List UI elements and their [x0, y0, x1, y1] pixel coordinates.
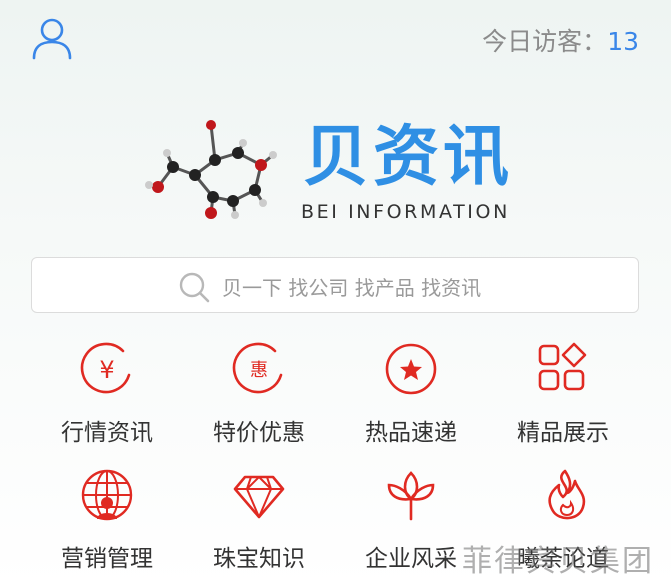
star-circle-icon [385, 343, 437, 395]
grid-diamond-icon [538, 342, 587, 391]
watermark-text: 菲律宾贝集团 [462, 544, 654, 579]
lotus-icon [387, 471, 435, 521]
menu-item-marketing[interactable]: 营销管理 [31, 461, 183, 581]
user-icon [32, 18, 72, 60]
visitor-label: 今日访客： [482, 27, 608, 56]
search-placeholder: 贝一下 找公司 找产品 找资讯 [222, 276, 482, 300]
diamond-icon [233, 475, 285, 519]
yen-circle-icon: ¥ [80, 342, 131, 394]
menu-item-label: 精品展示 [517, 420, 609, 446]
menu-item-showcase[interactable]: 精品展示 [487, 335, 639, 455]
menu-item-label: 珠宝知识 [213, 546, 305, 572]
molecule-logo [145, 120, 277, 219]
user-profile-button[interactable] [30, 16, 74, 60]
menu-item-label: 热品速递 [365, 420, 457, 446]
menu-item-label: 特价优惠 [213, 420, 305, 446]
visitor-count: 13 [607, 27, 639, 56]
discount-circle-icon: 惠 [232, 342, 283, 394]
svg-text:¥: ¥ [99, 356, 114, 384]
menu-item-special-offer[interactable]: 惠 特价优惠 [183, 335, 335, 455]
visitor-counter: 今日访客：13 [482, 22, 639, 58]
globe-user-icon [81, 469, 133, 521]
menu-item-jewelry-knowledge[interactable]: 珠宝知识 [183, 461, 335, 581]
menu-item-label: 行情资讯 [61, 420, 153, 446]
brand-title-cn: 贝资讯 [303, 118, 513, 195]
search-input[interactable]: 贝一下 找公司 找产品 找资讯 [31, 257, 639, 313]
flame-icon [548, 469, 586, 520]
menu-item-label: 营销管理 [61, 546, 153, 572]
search-icon [179, 272, 210, 303]
menu-item-hot-products[interactable]: 热品速递 [335, 335, 487, 455]
svg-text:惠: 惠 [250, 360, 268, 381]
menu-item-market-news[interactable]: ¥ 行情资讯 [31, 335, 183, 455]
brand-title-en: BEI INFORMATION [301, 201, 510, 223]
brand-logo: 贝资讯 BEI INFORMATION [143, 115, 543, 235]
